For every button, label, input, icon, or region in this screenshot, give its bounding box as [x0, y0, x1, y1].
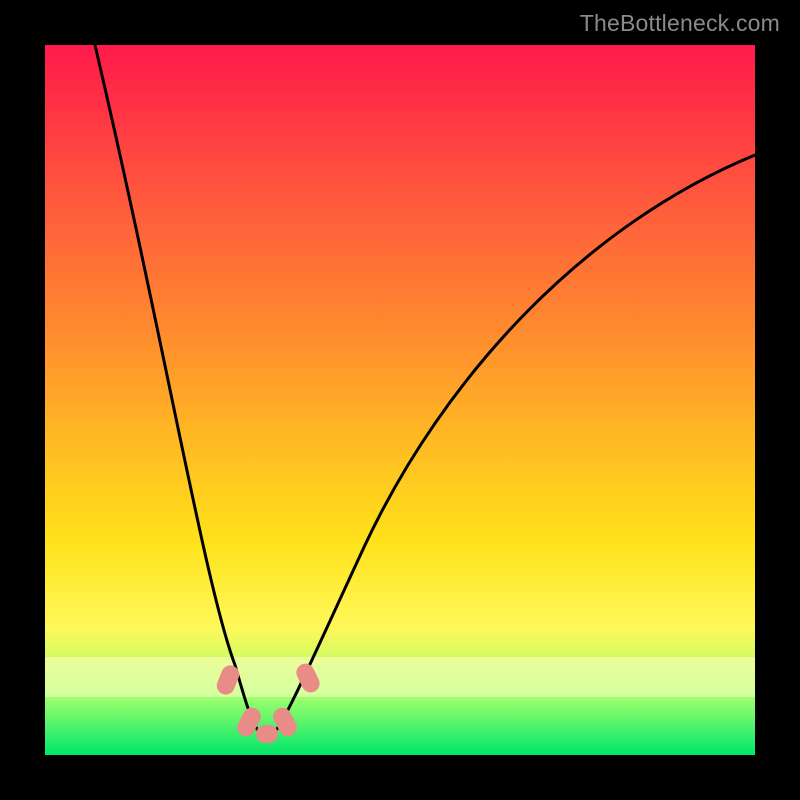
chart-frame: TheBottleneck.com: [0, 0, 800, 800]
plot-area: [40, 40, 760, 760]
bottleneck-curve: [95, 45, 755, 736]
curve-layer: [45, 45, 755, 755]
marker-group: [214, 661, 323, 743]
watermark-text: TheBottleneck.com: [580, 10, 780, 37]
curve-marker: [256, 725, 278, 743]
